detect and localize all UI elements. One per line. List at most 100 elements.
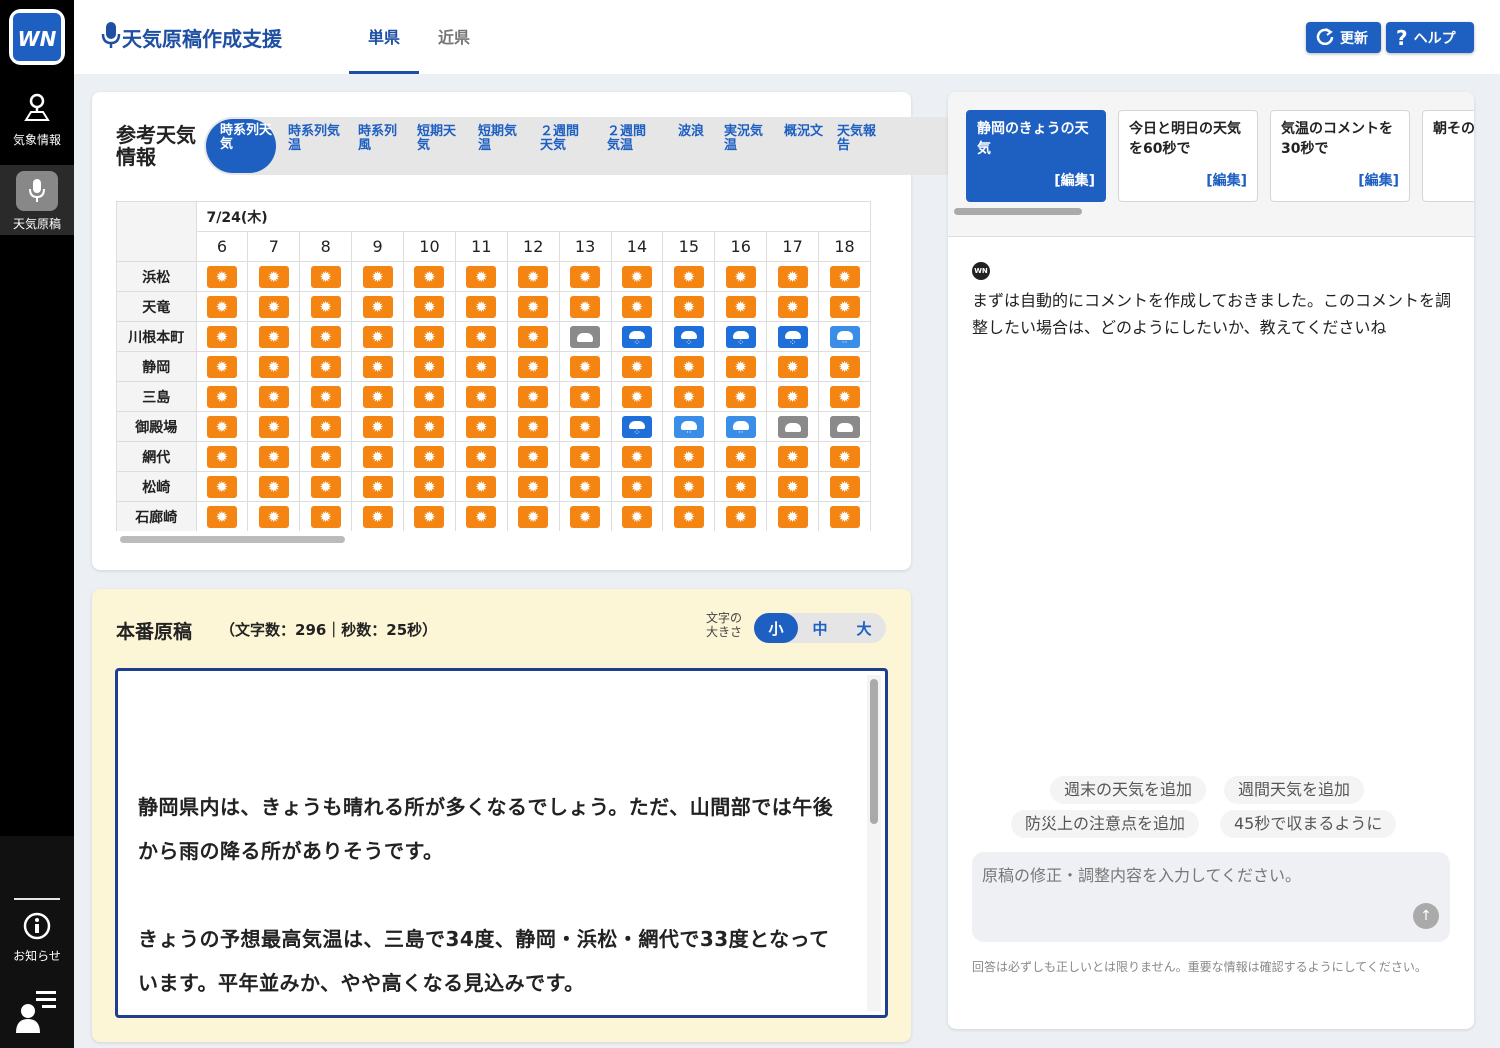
grid-location: 浜松 <box>116 261 197 292</box>
sunny-icon <box>466 505 497 528</box>
sunny-icon <box>570 355 601 378</box>
font-size-small[interactable]: 小 <box>754 613 798 643</box>
grid-cell <box>299 261 353 292</box>
rain-icon <box>725 325 756 348</box>
reference-tab[interactable]: 短期天気 <box>417 125 467 153</box>
draft-text-area[interactable]: 静岡県内は、きょうも晴れる所が多くなるでしょう。ただ、山間部では午後から雨の降る… <box>115 668 888 1018</box>
reference-tab[interactable]: 短期気温 <box>478 125 528 153</box>
sunny-icon <box>258 475 289 498</box>
grid-cell <box>195 471 249 502</box>
sunny-icon <box>518 355 549 378</box>
microphone-icon <box>16 171 58 211</box>
grid-cell <box>662 411 716 442</box>
edit-link[interactable]: [編集] <box>1358 171 1399 191</box>
reference-tab[interactable]: 時系列天気 <box>206 119 276 173</box>
refresh-button[interactable]: 更新 <box>1306 22 1381 53</box>
grid-hour: 11 <box>454 231 508 262</box>
grid-cell <box>610 501 664 531</box>
grid-hour: 12 <box>506 231 560 262</box>
send-button[interactable]: ↑ <box>1413 903 1439 929</box>
sidebar-item-weather-draft[interactable]: 天気原稿 <box>0 165 74 235</box>
help-button[interactable]: ? ヘルプ <box>1386 22 1474 53</box>
reference-tab[interactable]: 波浪 <box>678 125 708 139</box>
tab-nearby-prefectures[interactable]: 近県 <box>438 24 470 48</box>
grid-cell <box>247 291 301 322</box>
grid-cell <box>818 291 871 322</box>
sunny-icon <box>777 385 808 408</box>
edit-link[interactable]: [編集] <box>1206 171 1247 191</box>
grid-cell <box>506 411 560 442</box>
suggestion-chip[interactable]: 45秒で収まるように <box>1220 810 1397 838</box>
sunny-icon <box>725 355 756 378</box>
grid-cell <box>714 441 768 472</box>
grid-cell <box>195 261 249 292</box>
grid-row: 御殿場 <box>116 411 871 442</box>
grid-cell <box>299 411 353 442</box>
grid-cell <box>454 501 508 531</box>
sunny-icon <box>673 355 704 378</box>
sunny-icon <box>829 295 860 318</box>
reference-tab[interactable]: 実況気温 <box>724 125 774 153</box>
sunny-icon <box>258 325 289 348</box>
draft-scrollbar[interactable] <box>867 675 881 1011</box>
sunny-icon <box>258 355 289 378</box>
font-size-large[interactable]: 大 <box>842 613 886 643</box>
sunny-icon <box>258 445 289 468</box>
template-tab-today-tomorrow-60s[interactable]: 今日と明日の天気を60秒で [編集] <box>1118 110 1258 202</box>
reference-tab[interactable]: 概況文 <box>784 125 824 139</box>
draft-title: 本番原稿 <box>116 621 193 643</box>
grid-cell <box>610 441 664 472</box>
suggestion-chip[interactable]: 防災上の注意点を追加 <box>1011 810 1200 838</box>
reference-tab[interactable]: ２週間天気 <box>540 125 590 153</box>
grid-horizontal-scrollbar[interactable] <box>120 536 345 543</box>
grid-cell <box>610 261 664 292</box>
sidebar-item-label: 気象情報 <box>12 133 61 147</box>
reference-tab[interactable]: 天気報告 <box>837 125 887 153</box>
sunny-icon <box>518 445 549 468</box>
grid-cell <box>195 291 249 322</box>
sunny-icon <box>570 295 601 318</box>
active-tab-underline <box>349 71 419 74</box>
sunny-icon <box>258 295 289 318</box>
template-tab-shizuoka-today[interactable]: 静岡のきょうの天気 [編集] <box>966 110 1106 202</box>
wni-logo[interactable]: WN <box>9 9 65 65</box>
grid-cell <box>766 291 820 322</box>
sunny-icon <box>829 445 860 468</box>
reference-tab[interactable]: ２週間気温 <box>607 125 657 153</box>
grid-date: 7/24(木) <box>195 201 871 232</box>
sunny-icon <box>777 475 808 498</box>
grid-cell <box>610 381 664 412</box>
sunny-icon <box>310 325 341 348</box>
grid-row: 石廊崎 <box>116 501 871 531</box>
template-tabs-scrollbar[interactable] <box>954 208 1082 215</box>
template-tab-morning[interactable]: 朝その <box>1422 110 1474 202</box>
sunny-icon <box>362 325 393 348</box>
chat-input[interactable] <box>972 852 1450 942</box>
grid-cell <box>403 441 456 472</box>
grid-cell <box>454 261 508 292</box>
grid-cell <box>766 411 820 442</box>
tab-single-prefecture[interactable]: 単県 <box>368 24 400 48</box>
sunny-icon <box>206 295 237 318</box>
sidebar-item-notice[interactable]: お知らせ <box>0 912 74 968</box>
grid-location: 三島 <box>116 381 197 412</box>
suggestion-chip[interactable]: 週末の天気を追加 <box>1050 776 1207 804</box>
sunny-icon <box>466 355 497 378</box>
top-bar: 天気原稿作成支援 単県 近県 更新 ? ヘルプ <box>74 0 1500 74</box>
reference-tab[interactable]: 時系列風 <box>358 125 408 153</box>
suggestion-chip[interactable]: 週間天気を追加 <box>1224 776 1365 804</box>
draft-scrollbar-thumb[interactable] <box>870 679 878 824</box>
grid-cell <box>766 441 820 472</box>
grid-cell <box>610 351 664 382</box>
sunny-icon <box>310 415 341 438</box>
template-tab-temperature-30s[interactable]: 気温のコメントを30秒で [編集] <box>1270 110 1410 202</box>
sidebar-item-weather-info[interactable]: 気象情報 <box>0 92 74 156</box>
sunny-icon <box>362 265 393 288</box>
edit-link[interactable]: [編集] <box>1054 171 1095 191</box>
grid-hour: 9 <box>351 231 405 262</box>
reference-tab[interactable]: 時系列気温 <box>288 125 348 153</box>
grid-cell <box>714 381 768 412</box>
user-menu-button[interactable] <box>0 985 74 1035</box>
font-size-medium[interactable]: 中 <box>798 613 842 643</box>
sunny-icon <box>362 445 393 468</box>
